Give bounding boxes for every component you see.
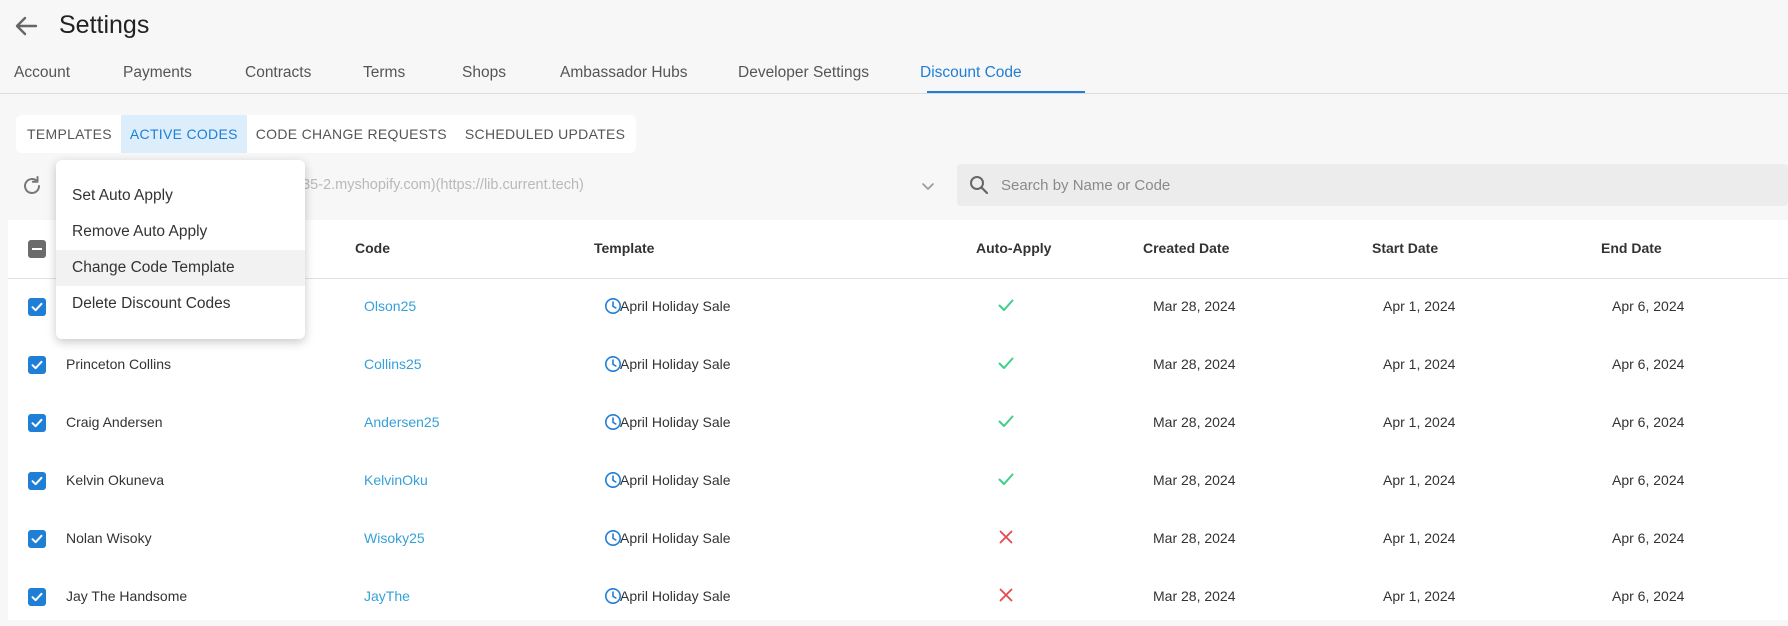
discount-code-link[interactable]: Andersen25 <box>364 414 440 430</box>
tab-shops[interactable]: Shops <box>462 64 506 82</box>
column-code: Code <box>355 240 390 256</box>
table-row: Kelvin Okuneva KelvinOku April Holiday S… <box>8 452 1788 510</box>
column-created-date: Created Date <box>1143 240 1230 256</box>
discount-code-link[interactable]: Collins25 <box>364 356 422 372</box>
end-date: Apr 6, 2024 <box>1612 356 1685 372</box>
discount-code-link[interactable]: JayThe <box>364 588 410 604</box>
x-icon <box>999 530 1013 544</box>
check-icon <box>998 357 1014 369</box>
check-icon <box>998 473 1014 485</box>
search-input[interactable] <box>1001 164 1771 206</box>
start-date: Apr 1, 2024 <box>1383 472 1456 488</box>
subtab-scheduled-updates[interactable]: SCHEDULED UPDATES <box>456 115 634 153</box>
tab-discount-code[interactable]: Discount Code <box>920 64 1022 82</box>
end-date: Apr 6, 2024 <box>1612 530 1685 546</box>
row-checkbox[interactable] <box>28 588 46 606</box>
tab-terms[interactable]: Terms <box>363 64 405 82</box>
tab-account[interactable]: Account <box>14 64 70 82</box>
column-end-date: End Date <box>1601 240 1662 256</box>
menu-item-change-code-template[interactable]: Change Code Template <box>56 250 305 286</box>
bulk-actions-menu: Set Auto Apply Remove Auto Apply Change … <box>56 160 305 339</box>
column-template: Template <box>594 240 655 256</box>
subtab-templates[interactable]: TEMPLATES <box>18 115 121 153</box>
refresh-icon[interactable] <box>20 174 44 198</box>
created-date: Mar 28, 2024 <box>1153 588 1236 604</box>
page-title: Settings <box>59 11 150 39</box>
subtab-code-change-requests[interactable]: CODE CHANGE REQUESTS <box>247 115 456 153</box>
settings-tabs: Account Payments Contracts Terms Shops A… <box>0 55 1788 94</box>
table-row: Princeton Collins Collins25 April Holida… <box>8 336 1788 394</box>
row-checkbox[interactable] <box>28 356 46 374</box>
chevron-down-icon <box>922 183 934 190</box>
menu-item-delete-discount-codes[interactable]: Delete Discount Codes <box>56 286 305 322</box>
tab-ambassador-hubs[interactable]: Ambassador Hubs <box>560 64 688 82</box>
end-date: Apr 6, 2024 <box>1612 588 1685 604</box>
column-auto-apply: Auto-Apply <box>976 240 1052 256</box>
search-icon <box>970 176 989 195</box>
template-name: April Holiday Sale <box>620 356 731 372</box>
check-icon <box>998 415 1014 427</box>
template-name: April Holiday Sale <box>620 414 731 430</box>
created-date: Mar 28, 2024 <box>1153 356 1236 372</box>
end-date: Apr 6, 2024 <box>1612 414 1685 430</box>
check-icon <box>998 299 1014 311</box>
template-name: April Holiday Sale <box>620 588 731 604</box>
active-tab-indicator <box>927 91 1085 93</box>
row-checkbox[interactable] <box>28 298 46 316</box>
start-date: Apr 1, 2024 <box>1383 530 1456 546</box>
menu-item-set-auto-apply[interactable]: Set Auto Apply <box>56 178 305 214</box>
row-checkbox[interactable] <box>28 472 46 490</box>
row-checkbox[interactable] <box>28 530 46 548</box>
discount-code-link[interactable]: Olson25 <box>364 298 416 314</box>
x-icon <box>999 588 1013 602</box>
start-date: Apr 1, 2024 <box>1383 588 1456 604</box>
discount-code-link[interactable]: Wisoky25 <box>364 530 425 546</box>
created-date: Mar 28, 2024 <box>1153 472 1236 488</box>
discount-subtabs: TEMPLATES ACTIVE CODES CODE CHANGE REQUE… <box>16 115 637 153</box>
tab-contracts[interactable]: Contracts <box>245 64 311 82</box>
tab-payments[interactable]: Payments <box>123 64 192 82</box>
row-checkbox[interactable] <box>28 414 46 432</box>
ambassador-name: Princeton Collins <box>66 356 172 372</box>
end-date: Apr 6, 2024 <box>1612 298 1685 314</box>
ambassador-name: Nolan Wisoky <box>66 530 152 546</box>
shop-select-value: f735-2.myshopify.com)(https://lib.curren… <box>290 177 584 193</box>
table-row: Jay The Handsome JayThe April Holiday Sa… <box>8 568 1788 626</box>
end-date: Apr 6, 2024 <box>1612 472 1685 488</box>
start-date: Apr 1, 2024 <box>1383 414 1456 430</box>
start-date: Apr 1, 2024 <box>1383 298 1456 314</box>
subtab-active-codes[interactable]: ACTIVE CODES <box>120 115 247 153</box>
created-date: Mar 28, 2024 <box>1153 530 1236 546</box>
back-arrow-icon[interactable] <box>12 12 40 40</box>
ambassador-name: Kelvin Okuneva <box>66 472 165 488</box>
table-row: Nolan Wisoky Wisoky25 April Holiday Sale… <box>8 510 1788 568</box>
page-header: Settings <box>0 0 1788 52</box>
menu-item-remove-auto-apply[interactable]: Remove Auto Apply <box>56 214 305 250</box>
table-row: Craig Andersen Andersen25 April Holiday … <box>8 394 1788 452</box>
search-box <box>957 164 1788 206</box>
ambassador-name: Craig Andersen <box>66 414 163 430</box>
discount-code-link[interactable]: KelvinOku <box>364 472 428 488</box>
tab-developer-settings[interactable]: Developer Settings <box>738 64 869 82</box>
template-name: April Holiday Sale <box>620 298 731 314</box>
ambassador-name: Jay The Handsome <box>66 588 188 604</box>
created-date: Mar 28, 2024 <box>1153 414 1236 430</box>
column-start-date: Start Date <box>1372 240 1439 256</box>
shop-select[interactable]: f735-2.myshopify.com)(https://lib.curren… <box>290 170 940 202</box>
template-name: April Holiday Sale <box>620 530 731 546</box>
start-date: Apr 1, 2024 <box>1383 356 1456 372</box>
template-name: April Holiday Sale <box>620 472 731 488</box>
select-all-checkbox[interactable] <box>28 240 46 258</box>
created-date: Mar 28, 2024 <box>1153 298 1236 314</box>
